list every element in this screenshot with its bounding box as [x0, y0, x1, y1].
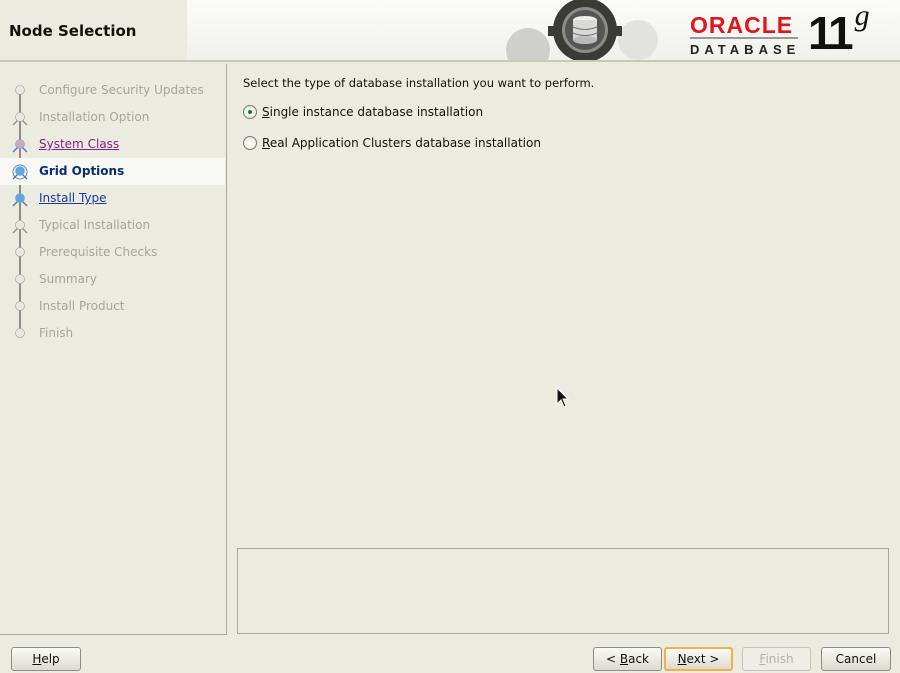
step-label: Configure Security Updates: [39, 83, 204, 97]
sidebar-step-typical-installation: Typical Installation: [0, 212, 225, 239]
radio-label: Single instance database installation: [262, 105, 484, 119]
step-label: Grid Options: [39, 164, 125, 178]
header: Node Selection ORACLE DATABASE 11 g: [0, 0, 900, 62]
sidebar-step-summary: Summary: [0, 266, 225, 293]
radio-button[interactable]: [243, 136, 257, 150]
main-panel: Select the type of database installation…: [243, 76, 595, 150]
sidebar-step-grid-options: Grid Options: [0, 158, 225, 185]
next-suffix: >: [709, 652, 720, 666]
step-node-icon: [12, 193, 28, 207]
next-label: Next: [677, 652, 706, 666]
cancel-label: Cancel: [835, 652, 877, 666]
back-button[interactable]: < Back: [593, 647, 662, 671]
oracle-logo: ORACLE: [690, 12, 794, 38]
next-button[interactable]: Next >: [664, 647, 733, 671]
sidebar-step-prerequisite-checks: Prerequisite Checks: [0, 239, 225, 266]
sidebar-step-installation-option: Installation Option: [0, 104, 225, 131]
mouse-cursor-icon: [556, 387, 570, 408]
step-label: Summary: [39, 272, 97, 286]
title-box: Node Selection: [0, 0, 187, 60]
step-node-icon: [15, 247, 25, 257]
version-number: 11: [808, 7, 854, 59]
cancel-button[interactable]: Cancel: [821, 647, 891, 671]
gears-database-icon: [506, 0, 658, 60]
sidebar-step-system-class[interactable]: System Class: [0, 131, 225, 158]
help-button[interactable]: Help: [11, 647, 81, 671]
prompt-text: Select the type of database installation…: [243, 76, 595, 90]
finish-label: Finish: [759, 652, 794, 666]
step-label: Installation Option: [39, 110, 150, 124]
finish-button[interactable]: Finish: [742, 647, 811, 671]
step-label: System Class: [39, 137, 120, 151]
logo-divider: [690, 37, 798, 39]
sidebar-step-install-type[interactable]: Install Type: [0, 185, 225, 212]
step-node-icon: [15, 301, 25, 311]
step-label: Prerequisite Checks: [39, 245, 158, 259]
step-sidebar: Configure Security Updates Installation …: [0, 64, 227, 635]
sidebar-step-configure-security-updates: Configure Security Updates: [0, 77, 225, 104]
step-node-icon: [12, 164, 28, 180]
step-node-icon: [12, 112, 28, 126]
step-node-icon: [15, 328, 25, 338]
message-area: [237, 548, 889, 634]
radio-button-selected[interactable]: [243, 105, 257, 119]
back-label: Back: [619, 652, 650, 666]
radio-single-instance[interactable]: Single instance database installation: [243, 105, 483, 119]
sidebar-step-finish: Finish: [0, 320, 225, 347]
sidebar-step-install-product: Install Product: [0, 293, 225, 320]
version-suffix: g: [854, 0, 870, 32]
help-label: Help: [32, 652, 60, 666]
radio-rac[interactable]: Real Application Clusters database insta…: [243, 136, 541, 150]
back-prefix: <: [605, 652, 617, 666]
step-label: Install Type: [39, 191, 107, 205]
database-logo-text: DATABASE: [690, 42, 801, 57]
version-logo: 11 g: [808, 0, 870, 60]
step-label: Typical Installation: [39, 218, 151, 232]
step-node-icon: [15, 85, 25, 95]
step-label: Install Product: [39, 299, 125, 313]
step-node-icon: [12, 139, 28, 153]
page-title: Node Selection: [9, 22, 137, 40]
step-node-icon: [12, 220, 28, 234]
step-node-icon: [15, 274, 25, 284]
step-label: Finish: [39, 326, 74, 340]
radio-label: Real Application Clusters database insta…: [262, 136, 541, 150]
